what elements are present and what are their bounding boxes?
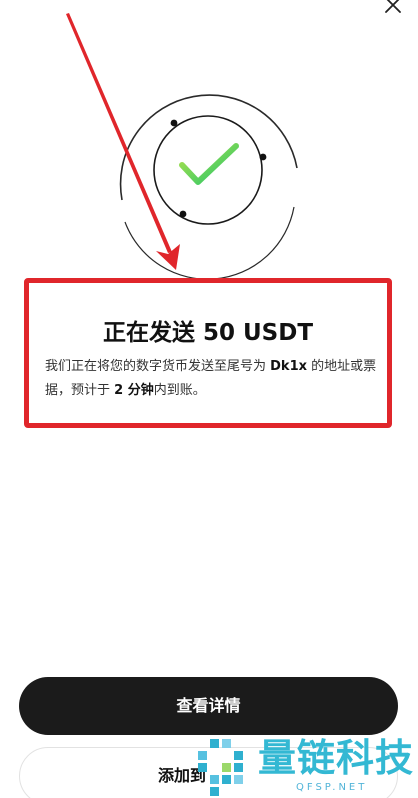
- status-title: 正在发送 50 USDT: [102, 320, 314, 346]
- success-illustration: [66, 13, 298, 280]
- close-icon: [385, 0, 401, 13]
- close-button[interactable]: [380, 0, 406, 16]
- eta-value: 2 分钟: [114, 383, 154, 398]
- view-details-button[interactable]: 查看详情: [19, 677, 398, 735]
- desc-text-3: 内到账。: [153, 383, 206, 398]
- watermark-logo-icon: [198, 739, 243, 796]
- checkmark-icon: [179, 143, 239, 185]
- watermark-name: 量链科技: [258, 736, 415, 780]
- status-message-highlight: 正在发送 50 USDT 我们正在将您的数字货币发送至尾号为 Dk1x 的地址或…: [24, 278, 392, 428]
- watermark: 量链科技 QFSP.NET: [196, 733, 418, 798]
- watermark-domain: QFSP.NET: [296, 782, 368, 793]
- orbit-rings: [119, 94, 298, 280]
- transfer-status-screen: 正在发送 50 USDT 我们正在将您的数字货币发送至尾号为 Dk1x 的地址或…: [0, 0, 418, 798]
- desc-text-1: 我们正在将您的数字货币发送至尾号为: [45, 359, 271, 374]
- address-suffix: Dk1x: [270, 359, 308, 374]
- status-description: 我们正在将您的数字货币发送至尾号为 Dk1x 的地址或票据，预计于 2 分钟内到…: [45, 355, 379, 403]
